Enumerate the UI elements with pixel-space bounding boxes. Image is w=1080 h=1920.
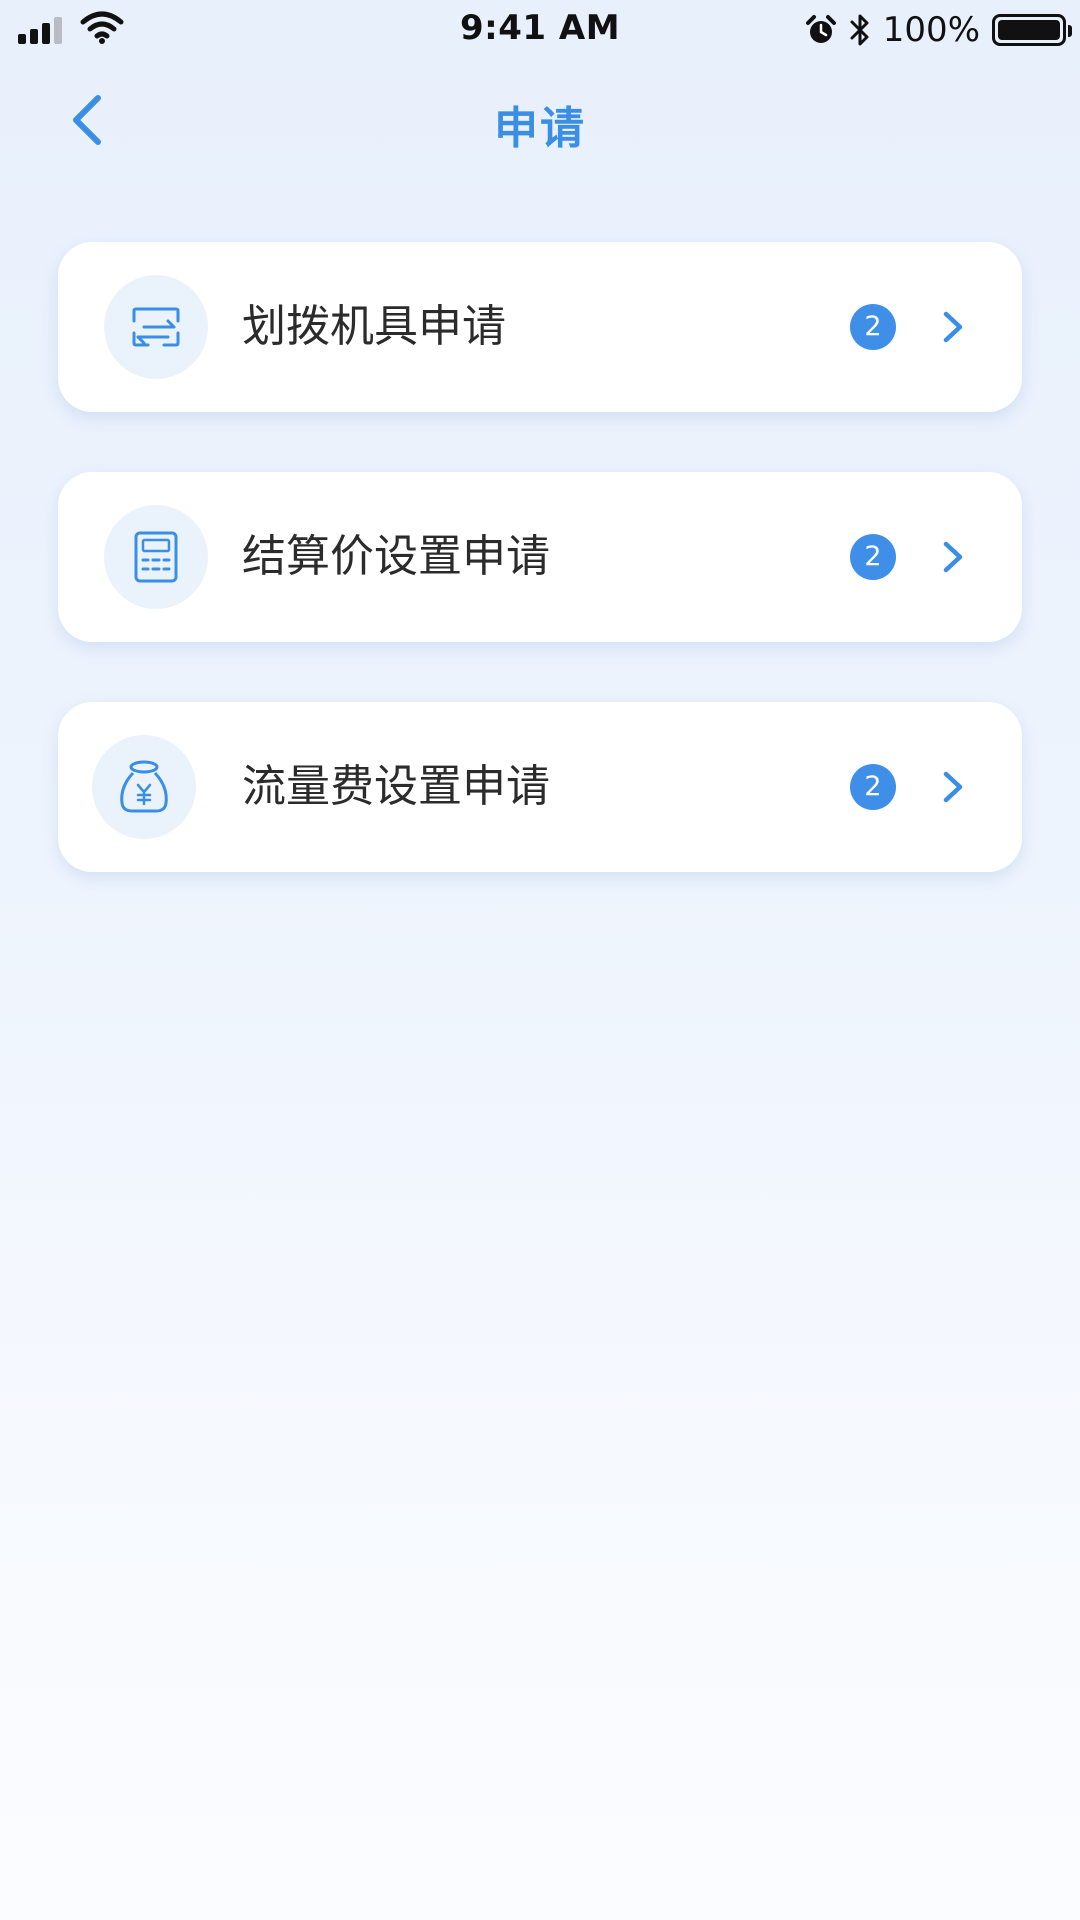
count-badge: 2 bbox=[850, 534, 896, 580]
transfer-icon bbox=[132, 307, 180, 347]
alarm-icon bbox=[805, 15, 836, 43]
list-item-transfer[interactable]: 划拨机具申请 2 bbox=[58, 242, 1022, 412]
icon-circle bbox=[104, 505, 208, 609]
count-badge: 2 bbox=[850, 764, 896, 810]
count-badge: 2 bbox=[850, 304, 896, 350]
page-title: 申请 bbox=[494, 103, 586, 154]
list-item-label: 结算价设置申请 bbox=[242, 531, 550, 582]
list-item-label: 划拨机具申请 bbox=[242, 301, 506, 352]
battery-percent: 100% bbox=[882, 10, 980, 50]
nav-bar: 申请 bbox=[0, 70, 1080, 170]
chevron-right-icon bbox=[943, 541, 963, 573]
calculator-icon bbox=[134, 531, 178, 583]
icon-circle bbox=[104, 275, 208, 379]
chevron-right-icon bbox=[943, 771, 963, 803]
status-right: 100% bbox=[805, 10, 1072, 50]
list-item-traffic-fee[interactable]: 流量费设置申请 2 bbox=[58, 702, 1022, 872]
battery-icon bbox=[992, 14, 1072, 46]
list-item-settlement-price[interactable]: 结算价设置申请 2 bbox=[58, 472, 1022, 642]
chevron-right-icon bbox=[943, 311, 963, 343]
battery-fill bbox=[998, 20, 1060, 40]
money-bag-icon bbox=[120, 760, 168, 813]
icon-circle bbox=[92, 735, 196, 839]
status-bar: 9:41 AM 100% bbox=[0, 0, 1080, 64]
application-list: 划拨机具申请 2 结算价设置申请 2 流量费设置申请 2 bbox=[58, 242, 1022, 932]
bluetooth-icon bbox=[850, 14, 869, 46]
list-item-label: 流量费设置申请 bbox=[242, 761, 550, 812]
